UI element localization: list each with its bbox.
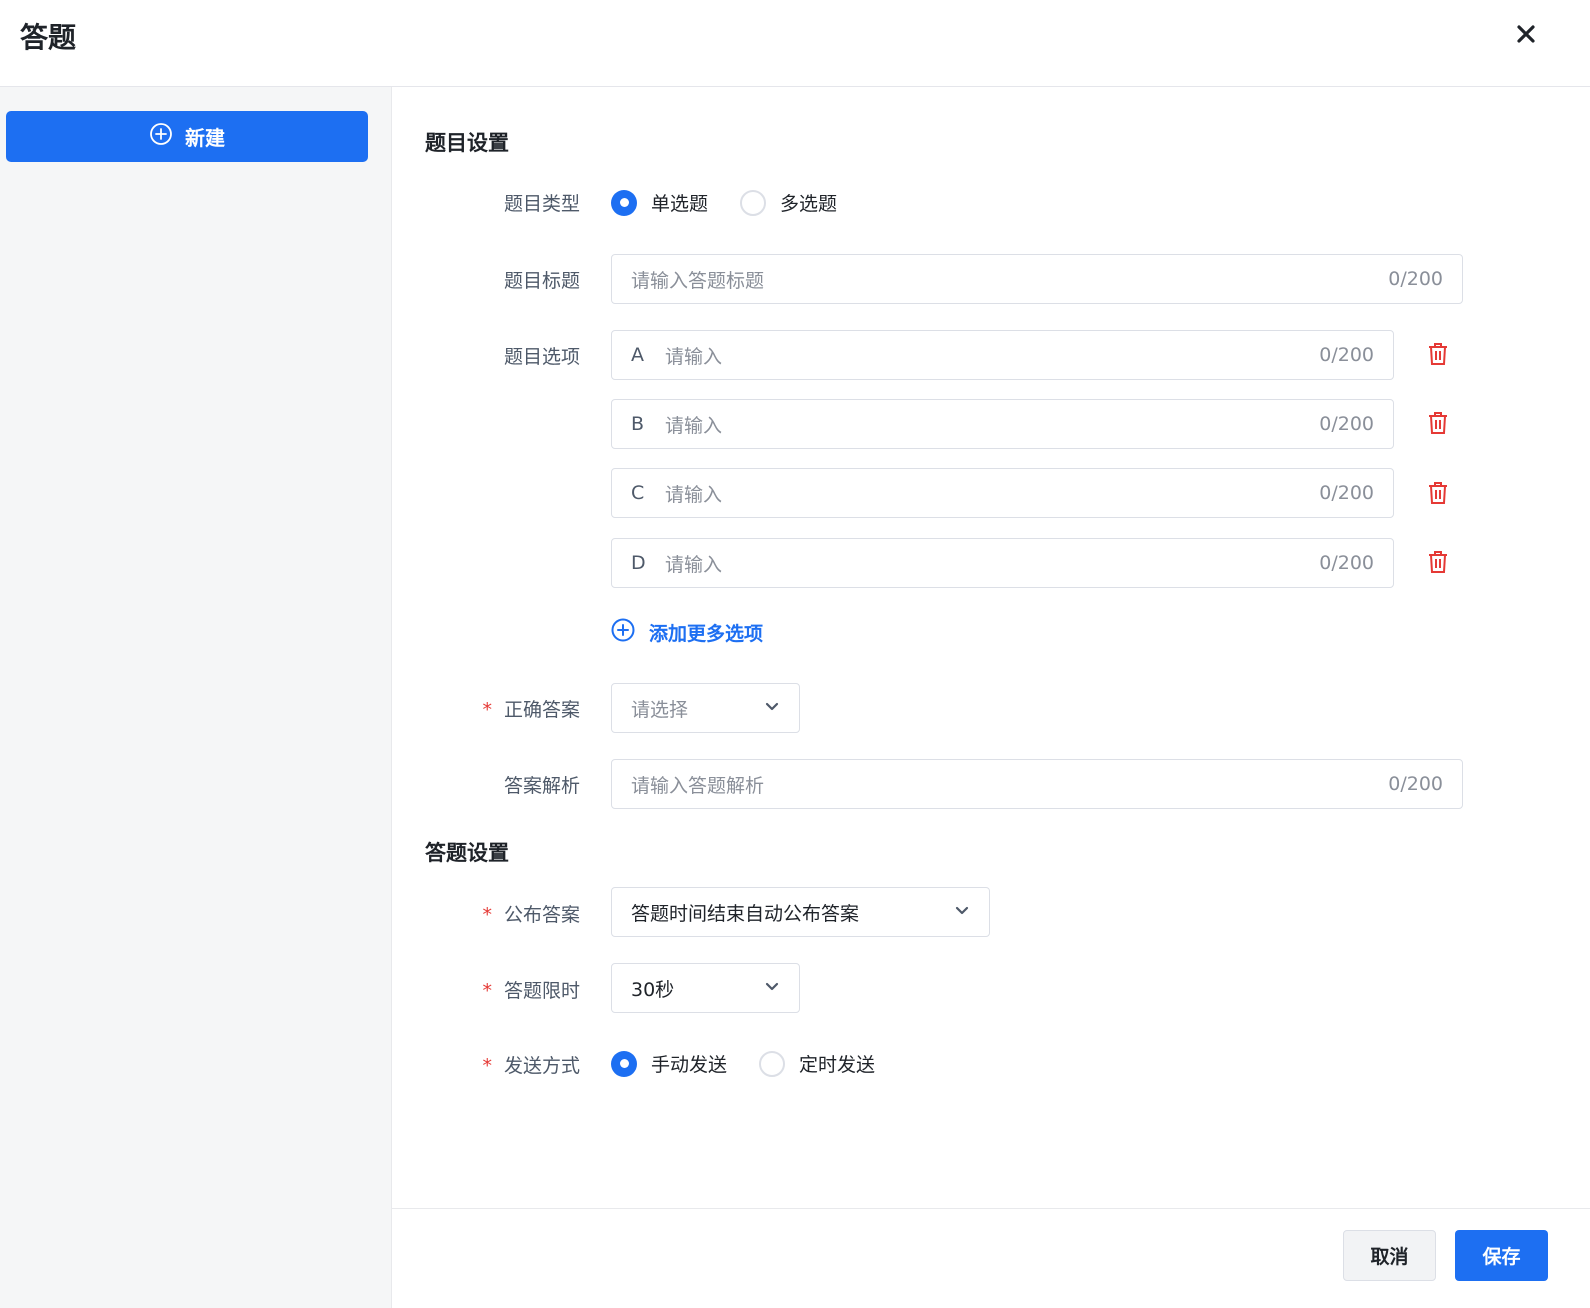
radio-label: 单选题 xyxy=(651,193,709,215)
option-letter: B xyxy=(631,413,645,435)
sidebar: 新建 xyxy=(0,87,392,1308)
option-letter: C xyxy=(631,482,645,504)
delete-option-c-icon[interactable] xyxy=(1425,480,1451,506)
radio-manual-send[interactable]: 手动发送 xyxy=(611,1050,727,1077)
correct-answer-select[interactable]: 请选择 xyxy=(611,683,800,733)
add-more-label: 添加更多选项 xyxy=(649,623,764,645)
radio-unchecked-icon xyxy=(759,1050,786,1077)
answer-analysis-input[interactable]: 请输入答题解析 0/200 xyxy=(611,759,1463,809)
option-input-d[interactable]: D 请输入 0/200 xyxy=(611,538,1394,588)
select-placeholder: 请选择 xyxy=(631,698,689,721)
placeholder: 请输入答题解析 xyxy=(631,774,765,797)
placeholder: 请输入 xyxy=(665,345,723,368)
char-counter: 0/200 xyxy=(1319,552,1374,574)
placeholder: 请输入 xyxy=(665,483,723,506)
required-mark: * xyxy=(482,904,492,926)
add-more-options-button[interactable]: 添加更多选项 xyxy=(611,618,763,647)
label-publish-answer: * 公布答案 xyxy=(452,900,580,927)
required-mark: * xyxy=(482,699,492,721)
placeholder: 请输入 xyxy=(665,414,723,437)
label-question-title: 题目标题 xyxy=(503,270,580,292)
radio-unchecked-icon xyxy=(740,189,767,216)
radio-label: 定时发送 xyxy=(799,1054,876,1076)
option-input-b[interactable]: B 请输入 0/200 xyxy=(611,399,1394,449)
label-time-limit: * 答题限时 xyxy=(452,976,580,1003)
label-text: 正确答案 xyxy=(503,699,580,721)
new-button-label: 新建 xyxy=(185,126,225,150)
label-question-type: 题目类型 xyxy=(503,193,580,215)
cancel-button[interactable]: 取消 xyxy=(1343,1230,1436,1281)
dialog-footer: 取消 保存 xyxy=(392,1208,1590,1308)
radio-scheduled-send[interactable]: 定时发送 xyxy=(759,1050,875,1077)
form-panel: 题目设置 题目类型 单选题 多选题 题目标题 请输入答题标题 0/200 题目选… xyxy=(392,87,1590,1208)
option-input-a[interactable]: A 请输入 0/200 xyxy=(611,330,1394,380)
radio-checked-icon xyxy=(611,1050,637,1077)
label-text: 公布答案 xyxy=(503,904,580,926)
question-title-input[interactable]: 请输入答题标题 0/200 xyxy=(611,254,1463,304)
new-question-button[interactable]: 新建 xyxy=(6,111,368,162)
plus-circle-icon xyxy=(149,122,173,151)
required-mark: * xyxy=(482,980,492,1002)
char-counter: 0/200 xyxy=(1319,344,1374,366)
select-value: 30秒 xyxy=(631,978,675,1001)
chevron-down-icon xyxy=(954,901,970,923)
publish-answer-select[interactable]: 答题时间结束自动公布答案 xyxy=(611,887,990,937)
option-letter: D xyxy=(631,552,646,574)
placeholder: 请输入答题标题 xyxy=(631,269,765,292)
delete-option-a-icon[interactable] xyxy=(1425,341,1451,367)
radio-single-choice[interactable]: 单选题 xyxy=(611,189,708,216)
plus-circle-icon xyxy=(611,618,635,647)
label-text: 发送方式 xyxy=(503,1055,580,1077)
question-type-radio-group: 单选题 多选题 xyxy=(611,189,869,216)
chevron-down-icon xyxy=(764,977,780,999)
placeholder: 请输入 xyxy=(665,553,723,576)
time-limit-select[interactable]: 30秒 xyxy=(611,963,800,1013)
answer-dialog: 答题 新建 题目设置 题目类型 单选题 多选题 题目标题 请输入答题标题 0/2… xyxy=(0,0,1590,1308)
dialog-header: 答题 xyxy=(0,0,1590,87)
char-counter: 0/200 xyxy=(1388,773,1443,795)
chevron-down-icon xyxy=(764,697,780,719)
label-question-options: 题目选项 xyxy=(503,346,580,368)
radio-label: 手动发送 xyxy=(651,1054,728,1076)
section-title-answer: 答题设置 xyxy=(425,841,509,865)
section-title-question: 题目设置 xyxy=(425,131,509,155)
send-mode-radio-group: 手动发送 定时发送 xyxy=(611,1050,907,1077)
label-correct-answer: * 正确答案 xyxy=(452,695,580,722)
delete-option-b-icon[interactable] xyxy=(1425,410,1451,436)
select-value: 答题时间结束自动公布答案 xyxy=(631,902,860,925)
option-input-c[interactable]: C 请输入 0/200 xyxy=(611,468,1394,518)
radio-label: 多选题 xyxy=(780,193,838,215)
label-send-mode: * 发送方式 xyxy=(452,1051,580,1078)
close-icon[interactable] xyxy=(1510,18,1542,50)
dialog-title: 答题 xyxy=(20,21,77,54)
radio-multiple-choice[interactable]: 多选题 xyxy=(740,189,837,216)
radio-checked-icon xyxy=(611,189,637,216)
required-mark: * xyxy=(482,1055,492,1077)
label-text: 答题限时 xyxy=(503,980,580,1002)
delete-option-d-icon[interactable] xyxy=(1425,549,1451,575)
char-counter: 0/200 xyxy=(1388,268,1443,290)
char-counter: 0/200 xyxy=(1319,482,1374,504)
option-letter: A xyxy=(631,344,644,366)
label-answer-analysis: 答案解析 xyxy=(503,775,580,797)
char-counter: 0/200 xyxy=(1319,413,1374,435)
save-button[interactable]: 保存 xyxy=(1455,1230,1548,1281)
